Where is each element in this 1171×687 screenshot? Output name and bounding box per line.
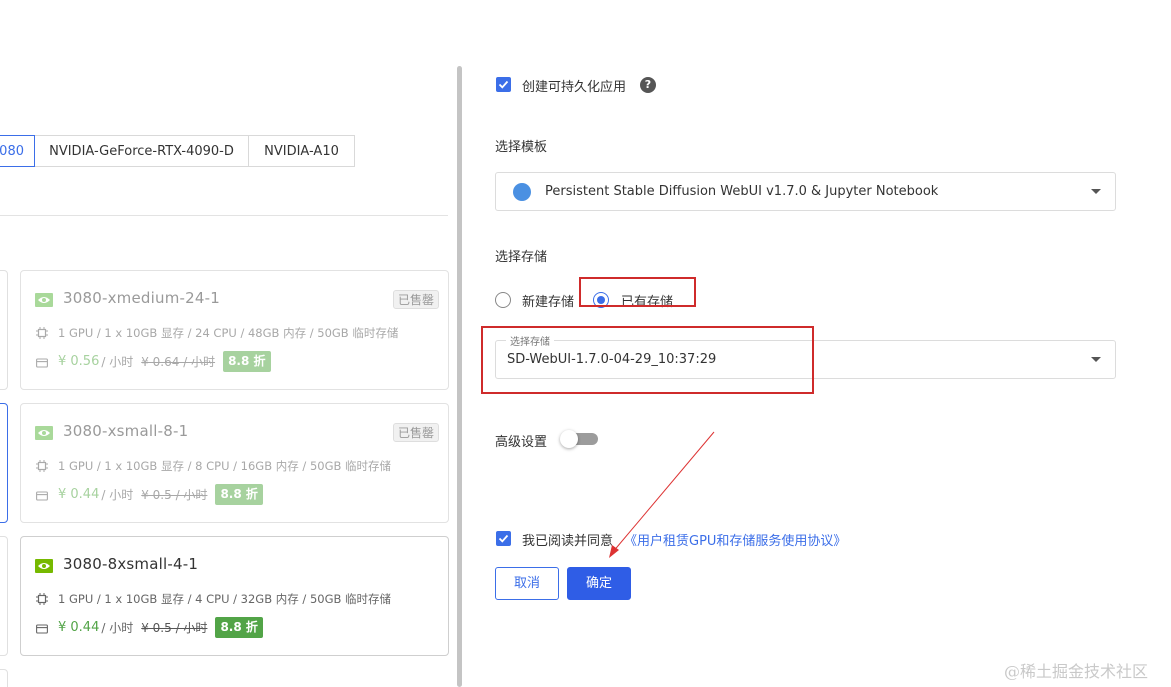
wallet-icon — [36, 491, 48, 501]
tab-gpu-rtx-4090-d[interactable]: NVIDIA-GeForce-RTX-4090-D — [35, 135, 249, 167]
original-price: ¥ 0.64 / 小时 — [141, 355, 216, 369]
tab-gpu-3080[interactable]: 080 — [0, 135, 35, 167]
nvidia-logo-icon — [35, 293, 53, 307]
instance-spec: 1 GPU / 1 x 10GB 显存 / 4 CPU / 32GB 内存 / … — [58, 592, 392, 606]
price-row: ¥ 0.44 / 小时 ¥ 0.5 / 小时 8.8 折 — [58, 617, 263, 638]
nvidia-logo-icon — [35, 426, 53, 440]
template-section-label: 选择模板 — [495, 140, 548, 155]
price-row: ¥ 0.44 / 小时 ¥ 0.5 / 小时 8.8 折 — [58, 484, 263, 505]
original-price: ¥ 0.5 / 小时 — [141, 488, 208, 502]
cancel-button[interactable]: 取消 — [495, 567, 559, 600]
template-app-icon — [513, 183, 531, 201]
radio-new-storage-label[interactable]: 新建存储 — [522, 291, 574, 310]
template-select-value: Persistent Stable Diffusion WebUI v1.7.0… — [545, 184, 939, 199]
chip-icon — [36, 327, 48, 339]
instance-name: 3080-xsmall-8-1 — [63, 422, 189, 440]
radio-new-storage[interactable] — [495, 292, 511, 308]
discount-badge: 8.8 折 — [215, 484, 263, 505]
chip-icon — [36, 460, 48, 472]
advanced-settings-toggle[interactable] — [560, 430, 598, 448]
instance-card-partial[interactable] — [0, 270, 8, 390]
chevron-down-icon — [1091, 357, 1101, 362]
annotation-arrow-icon — [609, 431, 715, 558]
annotation-highlight-storage-select — [481, 326, 814, 394]
nvidia-logo-icon — [35, 559, 53, 573]
price: ¥ 0.44 — [58, 620, 100, 635]
scrollbar[interactable] — [457, 66, 462, 687]
discount-badge: 8.8 折 — [223, 351, 271, 372]
storage-section-label: 选择存储 — [495, 250, 548, 265]
price: ¥ 0.56 — [58, 354, 100, 369]
chip-icon — [36, 593, 48, 605]
persistent-app-label: 创建可持久化应用 — [522, 80, 627, 95]
price-unit: / 小时 — [101, 488, 134, 502]
instance-type-panel: 080 NVIDIA-GeForce-RTX-4090-D NVIDIA-A10… — [0, 0, 455, 687]
price-row: ¥ 0.56 / 小时 ¥ 0.64 / 小时 8.8 折 — [58, 351, 271, 372]
help-icon[interactable]: ? — [640, 77, 656, 93]
instance-card-3080-xsmall-8-1[interactable]: 3080-xsmall-8-1 已售罄 1 GPU / 1 x 10GB 显存 … — [20, 403, 449, 523]
chevron-down-icon — [1091, 189, 1101, 194]
toggle-knob — [560, 430, 578, 448]
sold-out-badge: 已售罄 — [392, 290, 439, 309]
advanced-settings-label: 高级设置 — [495, 435, 548, 450]
instance-card-3080-xmedium-24-1[interactable]: 3080-xmedium-24-1 已售罄 1 GPU / 1 x 10GB 显… — [20, 270, 449, 390]
tab-gpu-a10[interactable]: NVIDIA-A10 — [249, 135, 355, 167]
original-price: ¥ 0.5 / 小时 — [141, 621, 208, 635]
check-icon — [498, 80, 509, 89]
wallet-icon — [36, 358, 48, 368]
instance-name: 3080-8xsmall-4-1 — [63, 555, 199, 573]
instance-name: 3080-xmedium-24-1 — [63, 289, 220, 307]
watermark: @稀土掘金技术社区 — [1004, 662, 1149, 681]
instance-card-partial-selected[interactable] — [0, 403, 8, 523]
price-unit: / 小时 — [101, 621, 134, 635]
instance-spec: 1 GPU / 1 x 10GB 显存 / 24 CPU / 48GB 内存 /… — [58, 326, 399, 340]
discount-badge: 8.8 折 — [215, 617, 263, 638]
check-icon — [498, 534, 509, 543]
annotation-highlight-existing-storage — [579, 277, 696, 307]
instance-card-partial[interactable] — [0, 669, 8, 687]
sold-out-badge: 已售罄 — [392, 423, 439, 442]
agreement-checkbox[interactable] — [496, 531, 511, 546]
persistent-app-checkbox[interactable] — [496, 77, 511, 92]
instance-card-3080-8xsmall-4-1[interactable]: 3080-8xsmall-4-1 1 GPU / 1 x 10GB 显存 / 4… — [20, 536, 449, 656]
wallet-icon — [36, 624, 48, 634]
divider — [0, 215, 448, 216]
price-unit: / 小时 — [101, 355, 134, 369]
gpu-type-tabs: 080 NVIDIA-GeForce-RTX-4090-D NVIDIA-A10 — [0, 135, 355, 167]
confirm-button[interactable]: 确定 — [567, 567, 631, 600]
price: ¥ 0.44 — [58, 487, 100, 502]
instance-spec: 1 GPU / 1 x 10GB 显存 / 8 CPU / 16GB 内存 / … — [58, 459, 392, 473]
template-select[interactable]: Persistent Stable Diffusion WebUI v1.7.0… — [495, 172, 1116, 211]
instance-card-partial[interactable] — [0, 536, 8, 656]
